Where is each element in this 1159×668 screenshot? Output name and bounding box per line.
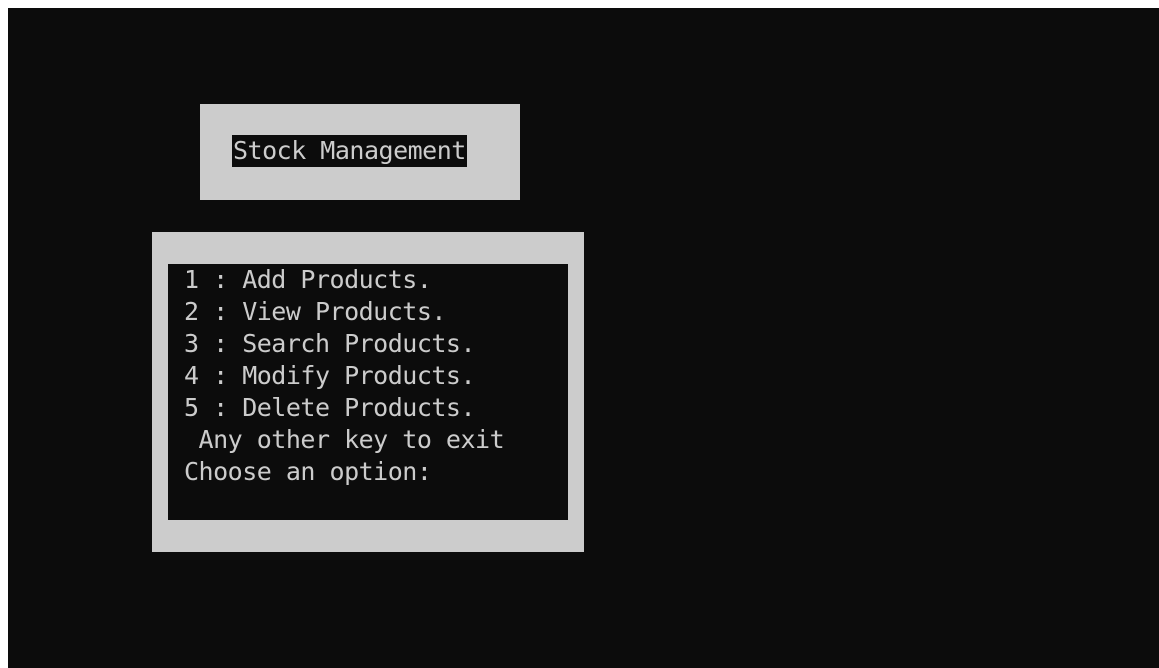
menu-option-search-products: 3 : Search Products. <box>184 329 476 358</box>
title-box: Stock Management <box>200 104 520 200</box>
menu-panel: 1 : Add Products. 2 : View Products. 3 :… <box>168 264 568 520</box>
menu-option-view-products: 2 : View Products. <box>184 297 446 326</box>
menu-option-delete-products: 5 : Delete Products. <box>184 393 476 422</box>
menu-box: 1 : Add Products. 2 : View Products. 3 :… <box>152 232 584 552</box>
menu-list: 1 : Add Products. 2 : View Products. 3 :… <box>184 264 564 488</box>
app-title: Stock Management <box>232 135 467 167</box>
console-window: Stock Management 1 : Add Products. 2 : V… <box>8 8 1159 668</box>
menu-option-modify-products: 4 : Modify Products. <box>184 361 476 390</box>
exit-hint: Any other key to exit <box>184 425 505 454</box>
menu-option-add-products: 1 : Add Products. <box>184 265 432 294</box>
option-prompt[interactable]: Choose an option: <box>184 456 564 488</box>
